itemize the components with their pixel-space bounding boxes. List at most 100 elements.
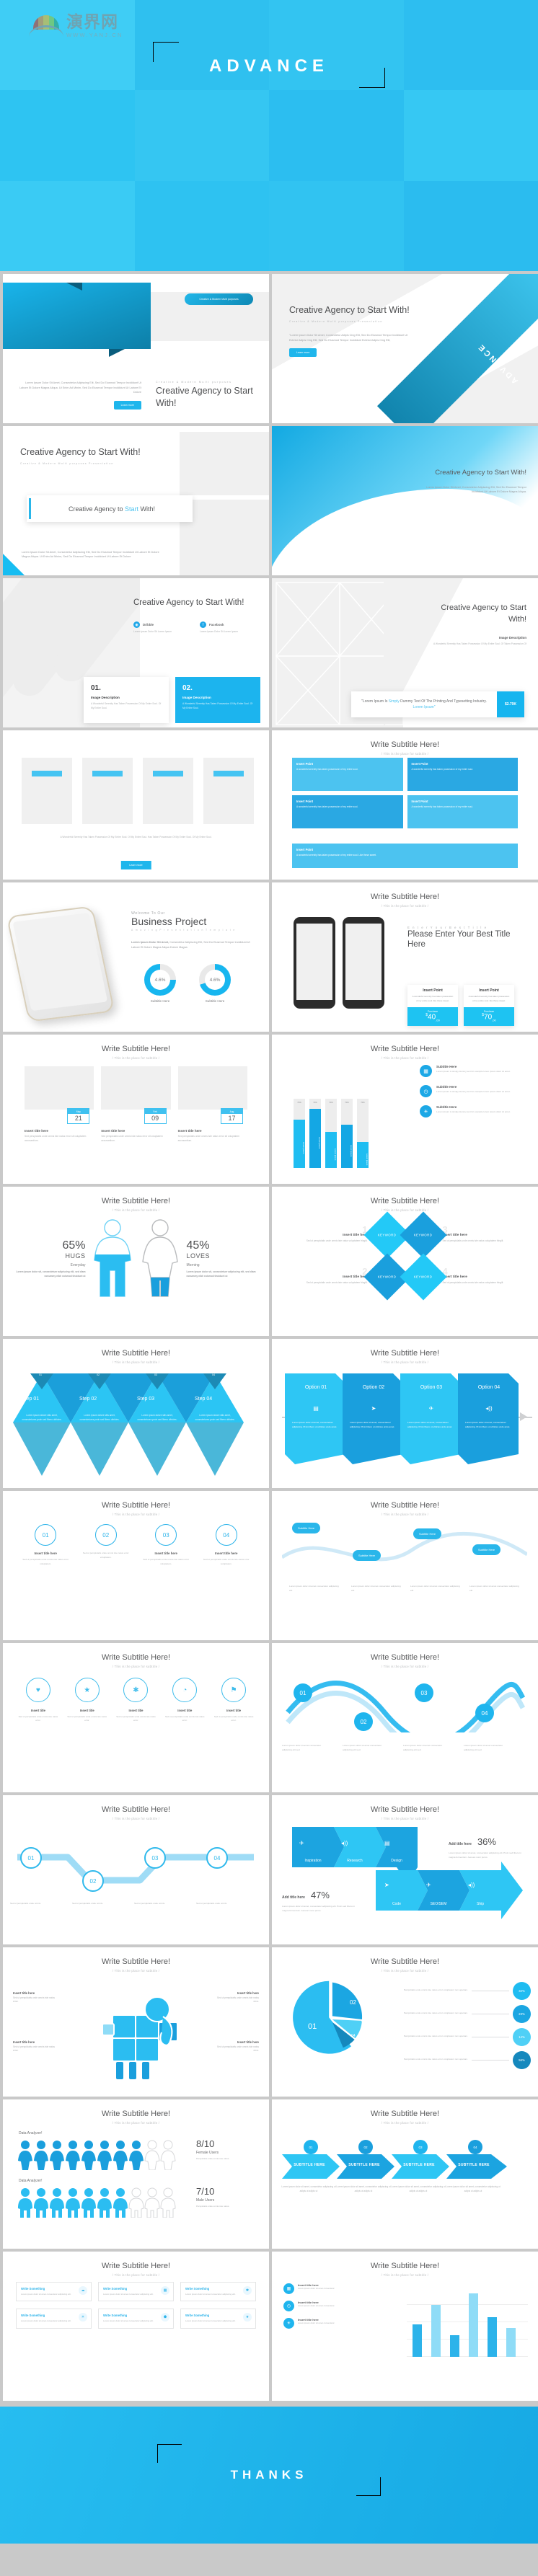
block-item[interactable]: Insert Point A wonderful serenity has ta…	[407, 795, 518, 828]
feature-card[interactable]: ☁ Write Something Lorem ipsum dolor sit am…	[16, 2282, 92, 2302]
hex-node[interactable]: 03	[144, 1847, 166, 1869]
slide-search-cta[interactable]: Creative Agency to Start With! Image Des…	[272, 578, 538, 727]
circle-item[interactable]: 03 Insert title here Sed ut perspiciatis u…	[139, 1524, 193, 1566]
feature-card[interactable]: ⬟ Write Something Lorem ipsum dolor sit am…	[98, 2309, 174, 2329]
slide-two-cards[interactable]: Creative Agency to Start With! ◉ Dribble…	[3, 578, 269, 727]
purchase-button[interactable]: Purchase $40,00	[407, 1006, 458, 1026]
slide-hex-road[interactable]: Write Subtitle Here! / This is the place…	[3, 1795, 269, 1944]
slide-people-ratio[interactable]: Write Subtitle Here! / This is the place…	[3, 2099, 269, 2249]
learn-more-button[interactable]: Learn more	[113, 400, 141, 410]
circle-item[interactable]: ✱ Insert title Sed ut perspiciatis unde om…	[114, 1678, 159, 1723]
calendar-item[interactable]: Feb 09 Insert title here Sed perspiciatis…	[101, 1066, 171, 1143]
slide-pricing-phones[interactable]: Write Subtitle Here! / This is the place…	[272, 882, 538, 1032]
circle-item[interactable]: ★ Insert title Sed ut perspiciatis unde om…	[65, 1678, 110, 1723]
slide28-note: / This is the place for subtitle /	[381, 2273, 429, 2277]
slide-diagonal-advance[interactable]: ADVANCE Creative Agency to Start With! C…	[272, 274, 538, 423]
pie-legend-item[interactable]: Perspiciatis unde omnis iste natus error…	[387, 2048, 531, 2071]
block-item[interactable]: Insert Point A wonderful serenity has ta…	[407, 758, 518, 791]
diamond-desc: Sed ut perspiciatis unde omnis iste natu…	[442, 1239, 504, 1243]
slide-four-placeholders[interactable]: A Wonderful Serenity Has Taken Possessio…	[3, 730, 269, 880]
slide2-learn-more-button[interactable]: Learn more	[289, 348, 317, 358]
diamond-shape[interactable]: KEYWORD	[399, 1211, 447, 1259]
calendar-item[interactable]: Aug 17 Insert title here Sed perspiciatis…	[177, 1066, 247, 1143]
search-bar[interactable]: "Lorem Ipsum Is Simply Dummy Text Of The…	[351, 691, 524, 717]
legend-item[interactable]: ☀ Subtitle Here Lorem Ipsum is simply dumm…	[420, 1105, 528, 1117]
wide-block[interactable]: Insert Point A wonderful serenity has ta…	[292, 844, 518, 868]
hex-node[interactable]: 02	[82, 1870, 104, 1892]
slide-arrow-steps[interactable]: Write Subtitle Here! / This is the place…	[272, 2099, 538, 2249]
road-pill[interactable]: Subtitle Here	[353, 1550, 382, 1561]
slide-process-arrows[interactable]: Write Subtitle Here! / This is the place…	[272, 1795, 538, 1944]
legend-item[interactable]: ◷ Subtitle Here Lorem Ipsum is simply dumm…	[420, 1085, 528, 1097]
list-item[interactable]: ☀ Insert title here Lorem ipsum dolor sit …	[283, 2318, 392, 2329]
block-item[interactable]: Insert Point A wonderful serenity has ta…	[292, 758, 403, 791]
circle-item[interactable]: 02 Sed ut perspiciatis unde omnis iste na…	[79, 1524, 133, 1566]
circle-item[interactable]: 01 Insert title here Sed ut perspiciatis u…	[19, 1524, 73, 1566]
slide7-button[interactable]: Learn more	[120, 861, 151, 869]
purchase-button[interactable]: Purchase $70,00	[464, 1006, 514, 1026]
slide-bar-chart[interactable]: Write Subtitle Here! / This is the place…	[272, 1035, 538, 1184]
pie-legend-item[interactable]: Perspiciatis unde omnis iste natus error…	[387, 2002, 531, 2025]
pricing-card[interactable]: Insert Point A wonderful serenity has ta…	[407, 985, 458, 1026]
slide-business-project[interactable]: Welcome To Our Business Project A m a z …	[3, 882, 269, 1032]
road-pill[interactable]: Subtitle Here	[413, 1528, 442, 1539]
slide-road-pills[interactable]: Write Subtitle Here! / This is the place…	[272, 1491, 538, 1640]
wave-dot[interactable]: 03	[415, 1683, 433, 1702]
slide-pie-chart[interactable]: Write Subtitle Here! / This is the place…	[272, 1947, 538, 2097]
slide-six-cards[interactable]: Write Subtitle Here! / This is the place…	[3, 2252, 269, 2401]
slide-list-chart[interactable]: Write Subtitle Here! / This is the place…	[272, 2252, 538, 2401]
slide-wave-hero[interactable]: Creative Agency to Start With! Lorem Ips…	[272, 426, 538, 575]
wave-dot[interactable]: 01	[294, 1683, 312, 1702]
pill-badge[interactable]: Creative & Modern Multi purposes	[185, 293, 253, 305]
social-item[interactable]: f Facebook Lorem Ipsum Dolor Sit Lorem I…	[200, 621, 256, 634]
wave-dot[interactable]: 02	[354, 1712, 373, 1731]
arrow-bubble[interactable]: 01	[304, 2140, 318, 2154]
slide-puzzle[interactable]: Write Subtitle Here! / This is the place…	[3, 1947, 269, 2097]
legend-item[interactable]: ▦ Subtitle Here Lorem Ipsum is simply dumm…	[420, 1065, 528, 1077]
road-pill[interactable]: Subtitle Here	[292, 1523, 321, 1533]
pricing-card[interactable]: Insert Point A wonderful serenity has ta…	[464, 985, 514, 1026]
slide-blue-blocks[interactable]: Write Subtitle Here! / This is the place…	[272, 730, 538, 880]
search-button[interactable]: $2.79K	[497, 691, 524, 717]
slide-gender-percent[interactable]: Write Subtitle Here! / This is the place…	[3, 1187, 269, 1336]
feature-card[interactable]: ▦ Write Something Lorem ipsum dolor sit am…	[98, 2282, 174, 2302]
slide-diamonds[interactable]: Write Subtitle Here! / This is the place…	[272, 1187, 538, 1336]
slide-origami-intro[interactable]: Creative & Modern Multi purposes Lorem I…	[3, 274, 269, 423]
slide-quote-highlight[interactable]: Creative Agency to Start With! Creative …	[3, 426, 269, 575]
diamond-shape[interactable]: KEYWORD	[399, 1253, 447, 1301]
social-item[interactable]: ◉ Dribble Lorem Ipsum Dolor Sit Lorem Ip…	[133, 621, 190, 634]
pie-legend-item[interactable]: Perspiciatis unde omnis iste natus error…	[387, 1979, 531, 2002]
calendar-item[interactable]: May 21 Insert title here Sed perspiciatis…	[25, 1066, 94, 1143]
pie-legend-item[interactable]: Perspiciatis unde omnis iste natus error…	[387, 2025, 531, 2048]
card-01[interactable]: 01. Image Description A Wonderful Sereni…	[84, 677, 169, 723]
list-item[interactable]: ▦ Insert title here Lorem ipsum dolor sit …	[283, 2283, 392, 2294]
feature-card[interactable]: ✱ Write Something Lorem ipsum dolor sit am…	[180, 2282, 256, 2302]
card-02[interactable]: 02. Image Description A Wonderful Sereni…	[175, 677, 260, 723]
ring-chart: 4.6% Subtitle Here	[144, 964, 176, 1003]
circle-item[interactable]: ⚑ Insert title Sed ut perspiciatis unde om…	[211, 1678, 256, 1723]
list-item[interactable]: ◷ Insert title here Lorem ipsum dolor sit …	[283, 2301, 392, 2311]
puzzle-desc: Sed ut perspiciatis unde omnis iste natu…	[13, 1996, 55, 2004]
slide-wave-dots[interactable]: Write Subtitle Here! / This is the place…	[272, 1643, 538, 1792]
circle-item[interactable]: ♥ Insert title Sed ut perspiciatis unde om…	[16, 1678, 61, 1723]
arrow-bubble[interactable]: 02	[358, 2140, 373, 2154]
slide-calendar-cards[interactable]: Write Subtitle Here! / This is the place…	[3, 1035, 269, 1184]
slide-five-circles[interactable]: Write Subtitle Here! / This is the place…	[3, 1643, 269, 1792]
slide-triangle-steps[interactable]: Write Subtitle Here! / This is the place…	[3, 1339, 269, 1488]
feature-card[interactable]: ★ Write Something Lorem ipsum dolor sit am…	[180, 2309, 256, 2329]
block-item[interactable]: Insert Point A wonderful serenity has ta…	[292, 795, 403, 828]
slide-numbered-circles[interactable]: Write Subtitle Here! / This is the place…	[3, 1491, 269, 1640]
circle-item[interactable]: 04 Insert title here Sed ut perspiciatis u…	[200, 1524, 254, 1566]
search-input[interactable]: "Lorem Ipsum Is Simply Dummy Text Of The…	[351, 691, 497, 717]
feature-card[interactable]: ☀ Write Something Lorem ipsum dolor sit am…	[16, 2309, 92, 2329]
arrow-bubble[interactable]: 03	[413, 2140, 428, 2154]
circle-title: Insert title here	[154, 1552, 177, 1555]
hex-node[interactable]: 01	[20, 1847, 42, 1869]
slide-chevron-options[interactable]: Write Subtitle Here! / This is the place…	[272, 1339, 538, 1488]
hex-node[interactable]: 04	[206, 1847, 228, 1869]
slide14-note: / This is the place for subtitle /	[381, 1208, 429, 1212]
circle-item[interactable]: ◔ Insert title Sed ut perspiciatis unde om…	[162, 1678, 207, 1723]
arrow-bubble[interactable]: 04	[468, 2140, 482, 2154]
road-pill[interactable]: Subtitle Here	[472, 1544, 501, 1555]
wave-dot[interactable]: 04	[475, 1704, 494, 1722]
